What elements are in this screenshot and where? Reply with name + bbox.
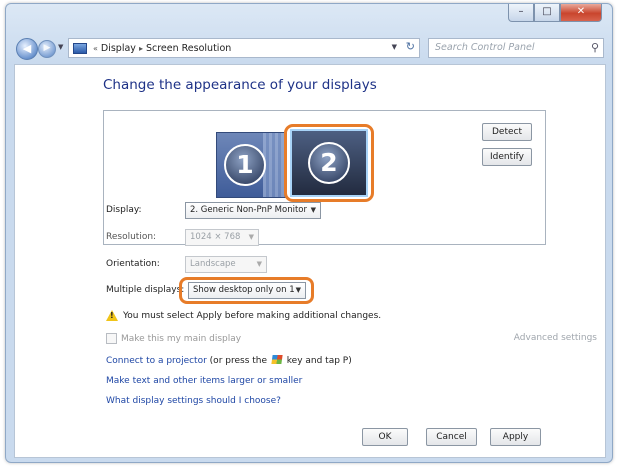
apply-warning-text: You must select Apply before making addi… xyxy=(123,310,382,321)
cancel-button[interactable]: Cancel xyxy=(426,428,477,446)
projector-line: Connect to a projector (or press the key… xyxy=(106,355,352,366)
display-arrangement-area: 1 2 Detect Identify xyxy=(103,110,546,245)
monitor-2-highlight xyxy=(284,124,374,202)
monitor-1[interactable]: 1 xyxy=(216,132,286,198)
main-display-checkbox xyxy=(106,333,117,344)
resolution-select: 1024 × 768 ▼ xyxy=(185,229,259,246)
apply-warning: You must select Apply before making addi… xyxy=(106,310,381,321)
minimize-button[interactable]: – xyxy=(508,4,534,22)
advanced-settings-link: Advanced settings xyxy=(513,333,597,343)
chevron-down-icon: ▼ xyxy=(256,260,262,268)
resolution-label: Resolution: xyxy=(106,232,157,242)
warning-icon xyxy=(106,310,118,321)
address-bar[interactable]: « Display ▸ Screen Resolution ▼ ↻ xyxy=(68,38,420,58)
monitor-1-number: 1 xyxy=(224,144,266,186)
orientation-select: Landscape ▼ xyxy=(185,256,267,273)
multiple-displays-label: Multiple displays: xyxy=(106,285,185,295)
display-select-value: 2. Generic Non-PnP Monitor xyxy=(190,205,307,215)
display-label: Display: xyxy=(106,205,142,215)
windows-logo-icon xyxy=(271,355,283,364)
page-title: Change the appearance of your displays xyxy=(103,77,377,93)
breadcrumb-screen-resolution[interactable]: Screen Resolution xyxy=(146,43,231,54)
display-settings-help-link[interactable]: What display settings should I choose? xyxy=(106,396,281,406)
projector-hint-start: (or press the xyxy=(209,356,268,366)
screen-resolution-panel: Change the appearance of your displays 1… xyxy=(14,64,606,458)
breadcrumb-separator-icon: ▸ xyxy=(138,43,143,53)
display-select[interactable]: 2. Generic Non-PnP Monitor ▼ xyxy=(185,202,321,219)
resolution-select-value: 1024 × 768 xyxy=(190,232,241,242)
monitor-1-shading xyxy=(263,133,285,197)
address-dropdown-icon[interactable]: ▼ xyxy=(392,43,397,51)
maximize-button[interactable]: □ xyxy=(534,4,560,22)
main-display-option: Make this my main display xyxy=(106,333,241,344)
chevron-down-icon: ▼ xyxy=(310,206,316,214)
recent-pages-dropdown-icon[interactable]: ▼ xyxy=(58,43,63,51)
chevron-down-icon: ▼ xyxy=(248,233,254,241)
orientation-label: Orientation: xyxy=(106,259,160,269)
navigation-bar: ◀ ▶ ▼ « Display ▸ Screen Resolution ▼ ↻ … xyxy=(14,36,606,62)
multiple-displays-highlight xyxy=(179,277,314,304)
identify-button[interactable]: Identify xyxy=(482,148,532,166)
back-arrow-icon[interactable]: ◀ xyxy=(16,38,38,60)
breadcrumb-display[interactable]: Display xyxy=(101,43,136,54)
window-caption-buttons: – □ ✕ xyxy=(508,4,602,22)
control-panel-window: – □ ✕ ◀ ▶ ▼ « Display ▸ Screen Resolutio… xyxy=(5,3,613,463)
forward-arrow-icon[interactable]: ▶ xyxy=(38,40,56,58)
refresh-icon[interactable]: ↻ xyxy=(406,40,415,53)
ok-button[interactable]: OK xyxy=(362,428,408,446)
close-button[interactable]: ✕ xyxy=(560,4,602,22)
breadcrumb-overflow[interactable]: « xyxy=(93,44,98,53)
orientation-select-value: Landscape xyxy=(190,259,236,269)
text-size-link[interactable]: Make text and other items larger or smal… xyxy=(106,376,302,386)
projector-hint-end: key and tap P) xyxy=(286,356,352,366)
detect-button[interactable]: Detect xyxy=(482,123,532,141)
search-placeholder: Search Control Panel xyxy=(435,42,535,53)
search-icon[interactable]: ⚲ xyxy=(591,41,599,54)
main-display-label: Make this my main display xyxy=(121,333,242,344)
connect-projector-link[interactable]: Connect to a projector xyxy=(106,356,207,366)
apply-button[interactable]: Apply xyxy=(490,428,541,446)
control-panel-icon xyxy=(73,42,87,54)
search-input[interactable]: Search Control Panel ⚲ xyxy=(428,38,604,58)
